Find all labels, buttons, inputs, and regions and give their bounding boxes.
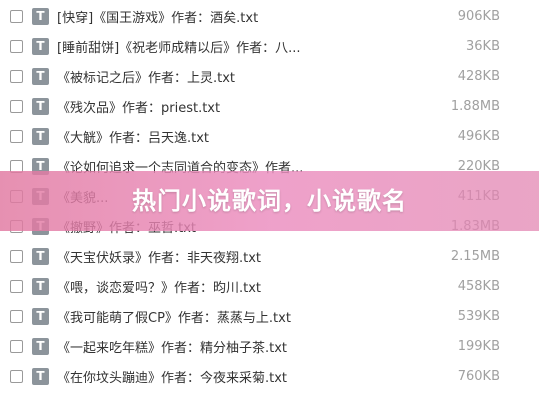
file-row[interactable]: T 《被标记之后》作者：上灵.txt 428KB xyxy=(0,61,539,91)
file-name[interactable]: [睡前甜饼]《祝老师成精以后》作者：八... xyxy=(57,37,301,56)
file-size: 1.88MB xyxy=(450,98,500,114)
file-checkbox[interactable] xyxy=(10,129,23,143)
file-row[interactable]: T 《喂，谈恋爱吗？》作者：昀川.txt 458KB xyxy=(0,271,539,301)
file-row[interactable]: T 《在你坟头蹦迪》作者：今夜来采菊.txt 760KB xyxy=(0,361,539,391)
file-row[interactable]: T [睡前甜饼]《祝老师成精以后》作者：八... 36KB xyxy=(0,31,539,61)
text-file-icon: T xyxy=(32,337,49,355)
file-row[interactable]: T 《大觥》作者：吕天逸.txt 496KB xyxy=(0,121,539,151)
file-size: 36KB xyxy=(466,38,500,54)
file-checkbox[interactable] xyxy=(10,39,23,53)
text-file-icon: T xyxy=(32,307,49,325)
file-name[interactable]: 《在你坟头蹦迪》作者：今夜来采菊.txt xyxy=(57,367,287,386)
file-checkbox[interactable] xyxy=(10,369,23,383)
file-row[interactable]: T 《我可能萌了假CP》作者：蒸蒸与上.txt 539KB xyxy=(0,301,539,331)
file-name[interactable]: [快穿]《国王游戏》作者：酒矣.txt xyxy=(57,7,258,26)
file-checkbox[interactable] xyxy=(10,99,23,113)
file-row[interactable]: T 《残次品》作者：priest.txt 1.88MB xyxy=(0,91,539,121)
file-name[interactable]: 《喂，谈恋爱吗？》作者：昀川.txt xyxy=(57,277,261,296)
file-name[interactable]: 《大觥》作者：吕天逸.txt xyxy=(57,127,209,146)
file-checkbox[interactable] xyxy=(10,249,23,263)
file-size: 199KB xyxy=(457,338,500,354)
file-size: 2.15MB xyxy=(450,248,500,264)
file-row[interactable]: T 《天宝伏妖录》作者：非天夜翔.txt 2.15MB xyxy=(0,241,539,271)
file-row[interactable]: T [快穿]《国王游戏》作者：酒矣.txt 906KB xyxy=(0,1,539,31)
file-checkbox[interactable] xyxy=(10,69,23,83)
text-file-icon: T xyxy=(32,127,49,145)
file-size: 760KB xyxy=(457,368,500,384)
title-banner: 热门小说歌词，小说歌名 xyxy=(0,171,539,231)
file-name[interactable]: 《被标记之后》作者：上灵.txt xyxy=(57,67,235,86)
file-checkbox[interactable] xyxy=(10,309,23,323)
banner-title: 热门小说歌词，小说歌名 xyxy=(132,187,407,215)
file-size: 539KB xyxy=(457,308,500,324)
text-file-icon: T xyxy=(32,367,49,385)
file-size: 906KB xyxy=(457,8,500,24)
file-name[interactable]: 《我可能萌了假CP》作者：蒸蒸与上.txt xyxy=(57,307,291,326)
text-file-icon: T xyxy=(32,7,49,25)
file-name[interactable]: 《一起来吃年糕》作者：精分柚子茶.txt xyxy=(57,337,287,356)
text-file-icon: T xyxy=(32,67,49,85)
file-name[interactable]: 《天宝伏妖录》作者：非天夜翔.txt xyxy=(57,247,261,266)
file-size: 458KB xyxy=(457,278,500,294)
text-file-icon: T xyxy=(32,247,49,265)
file-size: 428KB xyxy=(457,68,500,84)
text-file-icon: T xyxy=(32,37,49,55)
file-checkbox[interactable] xyxy=(10,339,23,353)
file-checkbox[interactable] xyxy=(10,279,23,293)
file-name[interactable]: 《残次品》作者：priest.txt xyxy=(57,97,220,116)
file-checkbox[interactable] xyxy=(10,9,23,23)
text-file-icon: T xyxy=(32,97,49,115)
text-file-icon: T xyxy=(32,277,49,295)
file-size: 496KB xyxy=(457,128,500,144)
file-row[interactable]: T 《一起来吃年糕》作者：精分柚子茶.txt 199KB xyxy=(0,331,539,361)
